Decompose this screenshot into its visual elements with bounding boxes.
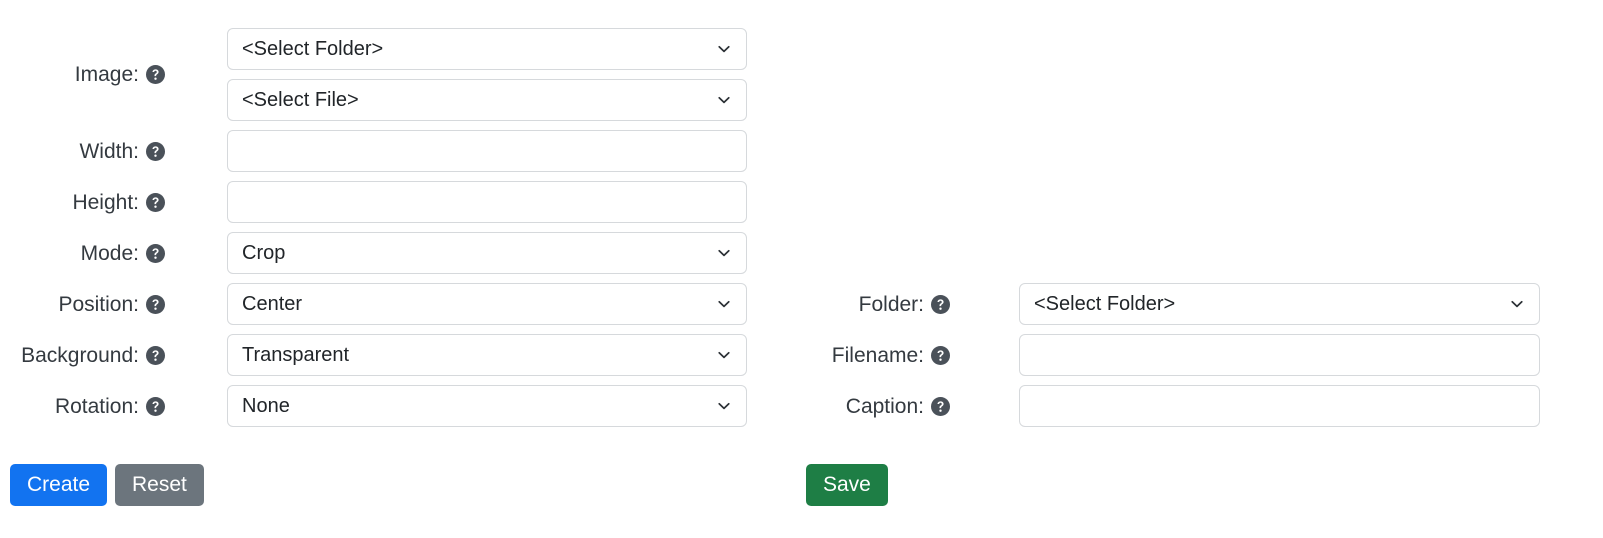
chevron-down-icon xyxy=(716,92,732,108)
select-rotation-value: None xyxy=(242,394,290,417)
reset-button-label: Reset xyxy=(132,473,187,496)
chevron-down-icon xyxy=(716,41,732,57)
label-width: Width: xyxy=(0,130,165,172)
question-circle-icon[interactable] xyxy=(146,294,165,314)
label-width-text: Width: xyxy=(79,139,139,163)
label-height: Height: xyxy=(0,181,165,223)
select-save-folder[interactable]: <Select Folder> xyxy=(1019,283,1540,325)
field-row-height: Height: xyxy=(0,181,750,223)
label-image: Image: xyxy=(0,28,165,121)
label-filename-text: Filename: xyxy=(831,343,924,367)
label-rotation-text: Rotation: xyxy=(54,394,139,418)
field-row-background: Background: Transparent xyxy=(0,334,750,376)
select-image-file-value: <Select File> xyxy=(242,88,359,111)
input-filename[interactable] xyxy=(1019,334,1540,376)
chevron-down-icon xyxy=(716,296,732,312)
image-selects-group: <Select Folder> <Select File> xyxy=(227,28,747,121)
field-row-image: Image: <Select Folder> <Select File> xyxy=(0,28,750,121)
label-background: Background: xyxy=(0,334,165,376)
question-circle-icon[interactable] xyxy=(146,396,165,416)
field-row-mode: Mode: Crop xyxy=(0,232,750,274)
select-rotation[interactable]: None xyxy=(227,385,747,427)
label-save-folder: Folder: xyxy=(793,283,950,325)
question-circle-icon[interactable] xyxy=(146,141,165,161)
label-position-text: Position: xyxy=(58,292,139,316)
label-height-text: Height: xyxy=(72,190,139,214)
select-image-folder-value: <Select Folder> xyxy=(242,37,384,60)
field-row-save-folder: Folder: <Select Folder> xyxy=(793,283,1543,325)
question-circle-icon[interactable] xyxy=(931,345,950,365)
question-circle-icon[interactable] xyxy=(146,192,165,212)
label-background-text: Background: xyxy=(21,343,139,367)
select-image-folder[interactable]: <Select Folder> xyxy=(227,28,747,70)
label-image-text: Image: xyxy=(74,63,139,86)
label-caption-text: Caption: xyxy=(845,394,924,418)
label-filename: Filename: xyxy=(793,334,950,376)
question-circle-icon[interactable] xyxy=(931,396,950,416)
chevron-down-icon xyxy=(716,398,732,414)
field-row-position: Position: Center xyxy=(0,283,750,325)
create-button-label: Create xyxy=(27,473,91,496)
input-height[interactable] xyxy=(227,181,747,223)
label-position: Position: xyxy=(0,283,165,325)
field-row-filename: Filename: xyxy=(793,334,1543,376)
label-caption: Caption: xyxy=(793,385,950,427)
reset-button[interactable]: Reset xyxy=(115,464,204,506)
question-circle-icon[interactable] xyxy=(146,243,165,263)
question-circle-icon[interactable] xyxy=(146,345,165,365)
chevron-down-icon xyxy=(716,245,732,261)
select-save-folder-value: <Select Folder> xyxy=(1034,292,1176,315)
input-width[interactable] xyxy=(227,130,747,172)
input-caption[interactable] xyxy=(1019,385,1540,427)
select-background[interactable]: Transparent xyxy=(227,334,747,376)
select-mode-value: Crop xyxy=(242,241,286,264)
create-button[interactable]: Create xyxy=(10,464,108,506)
label-mode: Mode: xyxy=(0,232,165,274)
question-circle-icon[interactable] xyxy=(931,294,950,314)
select-image-file[interactable]: <Select File> xyxy=(227,79,747,121)
label-save-folder-text: Folder: xyxy=(858,292,924,316)
save-button-label: Save xyxy=(823,473,871,496)
select-mode[interactable]: Crop xyxy=(227,232,747,274)
field-row-caption: Caption: xyxy=(793,385,1543,427)
field-row-width: Width: xyxy=(0,130,750,172)
question-circle-icon[interactable] xyxy=(146,65,165,84)
field-row-rotation: Rotation: None xyxy=(0,385,750,427)
label-rotation: Rotation: xyxy=(0,385,165,427)
select-background-value: Transparent xyxy=(242,343,350,366)
chevron-down-icon xyxy=(716,347,732,363)
chevron-down-icon xyxy=(1509,296,1525,312)
select-position[interactable]: Center xyxy=(227,283,747,325)
select-position-value: Center xyxy=(242,292,303,315)
image-editor-form: Image: <Select Folder> <Select File> Wid… xyxy=(0,0,1603,538)
save-button[interactable]: Save xyxy=(806,464,888,506)
label-mode-text: Mode: xyxy=(80,241,139,265)
